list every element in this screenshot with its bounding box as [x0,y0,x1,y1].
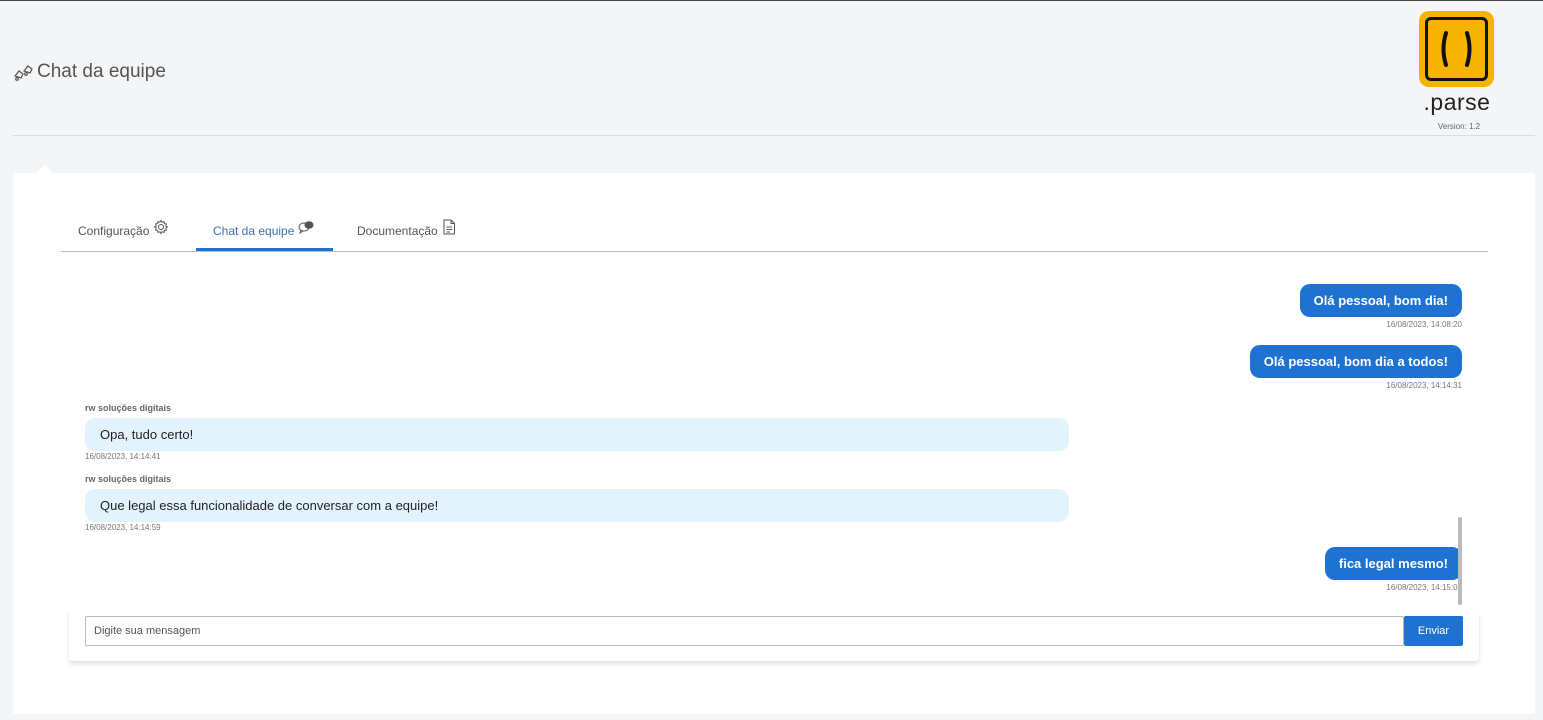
logo-text: .parse [1423,89,1491,115]
active-tab-indicator [196,248,333,251]
tab-label: Configuração [78,224,150,238]
message-composer: Enviar [69,611,1479,661]
gear-icon [153,219,169,235]
message-sender: rw soluções digitais [85,403,172,413]
version-label: Version: 1.2 [1437,122,1481,131]
message-sender: rw soluções digitais [85,474,172,484]
message-timestamp: 16/08/2023, 14:08:20 [1386,320,1462,329]
tab-configuracao[interactable]: Configuração [78,210,169,252]
message-bubble-incoming: Opa, tudo certo! [85,418,1069,451]
send-button[interactable]: Enviar [1404,616,1463,646]
page-title-group: Chat da equipe [13,61,166,83]
chat-icon [298,221,314,234]
chat-messages[interactable]: Olá pessoal, bom dia! 16/08/2023, 14:08:… [85,277,1463,595]
tab-label: Documentação [357,224,438,238]
message-timestamp: 16/08/2023, 14:14:41 [85,452,161,461]
tab-documentacao[interactable]: Documentação [357,210,456,252]
tab-chat-da-equipe[interactable]: Chat da equipe [213,210,314,252]
message-bubble-outgoing: fica legal mesmo! [1324,547,1462,580]
page-header: Chat da equipe .parse Version: 1.2 [0,1,1543,137]
parse-logo: .parse [1419,11,1495,116]
tab-label: Chat da equipe [213,224,295,238]
message-bubble-outgoing: Olá pessoal, bom dia a todos! [1249,345,1462,378]
message-input[interactable] [85,616,1404,646]
message-bubble-incoming: Que legal essa funcionalidade de convers… [85,489,1069,522]
document-icon [443,219,455,235]
message-timestamp: 16/08/2023, 14:15:05 [1386,583,1462,592]
message-timestamp: 16/08/2023, 14:14:59 [85,523,161,532]
tab-bar: Configuração Chat da equipe Documentação [61,210,1488,252]
message-timestamp: 16/08/2023, 14:14:31 [1386,381,1462,390]
chat-bubbles-icon [13,65,33,81]
message-bubble-outgoing: Olá pessoal, bom dia! [1299,284,1462,317]
main-card: Configuração Chat da equipe Documentação [13,173,1535,714]
header-divider [13,135,1535,136]
page-title: Chat da equipe [37,61,166,82]
logo-mark [1419,11,1494,87]
chat-scrollbar[interactable] [1458,517,1462,605]
